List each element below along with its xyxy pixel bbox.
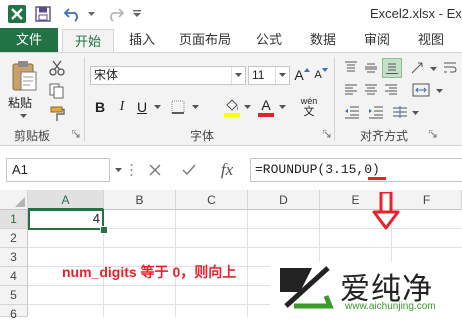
align-middle-icon[interactable]: [362, 59, 380, 77]
font-color-glyph: A: [261, 97, 271, 113]
orientation-dropdown-icon[interactable]: [428, 64, 438, 74]
cell-a1[interactable]: 4: [30, 211, 100, 226]
ribbon-tabs: 文件 开始 插入 页面布局 公式 数据 审阅 视图: [0, 28, 462, 53]
column-header-c[interactable]: C: [176, 190, 248, 210]
row-header-4[interactable]: 4: [0, 267, 28, 286]
tab-formulas[interactable]: 公式: [246, 28, 292, 52]
tab-page-layout[interactable]: 页面布局: [172, 28, 238, 52]
wrap-text-icon[interactable]: [440, 59, 460, 77]
annotation-arrow-icon: [372, 190, 400, 230]
clipboard-launcher-icon[interactable]: [71, 127, 81, 141]
align-left-icon[interactable]: [342, 81, 360, 99]
title-bar: Excel2.xlsx - Exce: [0, 0, 462, 28]
font-group-label: 字体: [190, 129, 215, 143]
align-top-icon[interactable]: [342, 59, 360, 77]
watermark-logo-icon: [272, 262, 336, 314]
grow-font-button[interactable]: A: [292, 65, 312, 85]
orientation-icon[interactable]: [408, 59, 428, 77]
save-icon[interactable]: [32, 3, 54, 25]
row-header-2[interactable]: 2: [0, 229, 28, 248]
indent-dropdown-icon[interactable]: [410, 108, 420, 118]
row-header-5[interactable]: 5: [0, 286, 28, 305]
font-name-dropdown-icon[interactable]: [231, 67, 245, 84]
font-size-value: 11: [252, 68, 265, 82]
align-right-icon[interactable]: [382, 81, 400, 99]
borders-dropdown-icon[interactable]: [190, 102, 200, 112]
redo-icon[interactable]: [104, 3, 126, 25]
font-color-dropdown-icon[interactable]: [277, 102, 287, 112]
excel-logo-icon: [6, 3, 28, 25]
font-name-combo[interactable]: 宋体: [90, 66, 246, 85]
font-name-value: 宋体: [94, 68, 119, 82]
underline-dropdown-icon[interactable]: [152, 102, 162, 112]
font-size-combo[interactable]: 11: [248, 66, 290, 85]
font-color-swatch: [258, 113, 274, 117]
alignment-group-label: 对齐方式: [360, 129, 409, 143]
merge-dropdown-icon[interactable]: [434, 86, 444, 96]
tab-view[interactable]: 视图: [408, 28, 454, 52]
undo-dropdown-icon[interactable]: [86, 3, 96, 25]
clipboard-group-label: 剪贴板: [14, 129, 51, 143]
font-color-button[interactable]: A: [256, 95, 276, 119]
align-center-icon[interactable]: [362, 81, 380, 99]
shrink-font-icon: [321, 67, 328, 72]
window-title: Excel2.xlsx - Exce: [370, 6, 462, 21]
column-header-b[interactable]: B: [104, 190, 176, 210]
paste-icon[interactable]: [8, 59, 40, 93]
copy-icon[interactable]: [46, 81, 68, 101]
paste-label[interactable]: 粘贴: [8, 94, 32, 111]
phonetic-sub-glyph: 文: [303, 106, 315, 118]
increase-indent-icon[interactable]: [366, 103, 386, 121]
watermark-url: www.aichunjing.com: [345, 301, 436, 312]
formula-bar-grip-icon[interactable]: [128, 162, 134, 178]
merge-center-icon[interactable]: [410, 81, 432, 99]
grow-font-glyph: A: [294, 67, 304, 83]
bold-button[interactable]: B: [92, 97, 108, 117]
cut-icon[interactable]: [46, 58, 68, 78]
ribbon-home: 粘贴 剪贴板 宋体 11 A A B I U A wén 文 字体 对齐方式: [0, 52, 462, 146]
indent-option-icon[interactable]: [390, 103, 410, 121]
shrink-font-glyph: A: [314, 69, 322, 81]
column-header-f[interactable]: F: [392, 190, 462, 210]
qat-dropdown-icon[interactable]: [130, 3, 144, 25]
font-launcher-icon[interactable]: [322, 127, 332, 141]
italic-button[interactable]: I: [114, 97, 130, 117]
row-header-1[interactable]: 1: [0, 210, 28, 229]
formula-bar: A1 fx =ROUNDUP(3.15,0): [0, 154, 462, 186]
tab-home[interactable]: 开始: [62, 29, 114, 53]
format-painter-icon[interactable]: [46, 104, 68, 124]
insert-function-button[interactable]: fx: [210, 158, 244, 182]
undo-icon[interactable]: [60, 3, 86, 25]
select-all-corner[interactable]: [0, 190, 28, 210]
shrink-font-button[interactable]: A: [312, 65, 330, 85]
cancel-x-icon[interactable]: [140, 158, 170, 182]
fill-handle[interactable]: [100, 226, 108, 234]
phonetic-guide-button[interactable]: wén 文: [296, 93, 322, 121]
name-box[interactable]: A1: [6, 158, 110, 182]
align-bottom-icon[interactable]: [382, 58, 402, 78]
row-header-6[interactable]: 6: [0, 305, 28, 321]
tab-review[interactable]: 审阅: [354, 28, 400, 52]
annotation-underline: [368, 177, 386, 180]
tab-data[interactable]: 数据: [300, 28, 346, 52]
name-box-dropdown-icon[interactable]: [112, 163, 124, 177]
decrease-indent-icon[interactable]: [342, 103, 362, 121]
row-header-3[interactable]: 3: [0, 248, 28, 267]
underline-button[interactable]: U: [134, 97, 150, 117]
column-header-d[interactable]: D: [248, 190, 320, 210]
font-size-dropdown-icon[interactable]: [275, 67, 289, 84]
tab-file[interactable]: 文件: [0, 28, 58, 52]
fill-color-dropdown-icon[interactable]: [242, 102, 252, 112]
borders-icon[interactable]: [168, 97, 188, 117]
enter-check-icon[interactable]: [174, 158, 204, 182]
formula-input[interactable]: =ROUNDUP(3.15,0): [250, 158, 462, 182]
alignment-launcher-icon[interactable]: [428, 127, 438, 141]
grow-font-icon: [303, 67, 310, 72]
tab-insert[interactable]: 插入: [118, 28, 166, 52]
column-header-a[interactable]: A: [28, 190, 104, 210]
annotation-text: num_digits 等于 0，则向上: [62, 264, 237, 280]
paste-dropdown-icon[interactable]: [15, 111, 31, 121]
fill-color-icon[interactable]: [222, 95, 242, 119]
